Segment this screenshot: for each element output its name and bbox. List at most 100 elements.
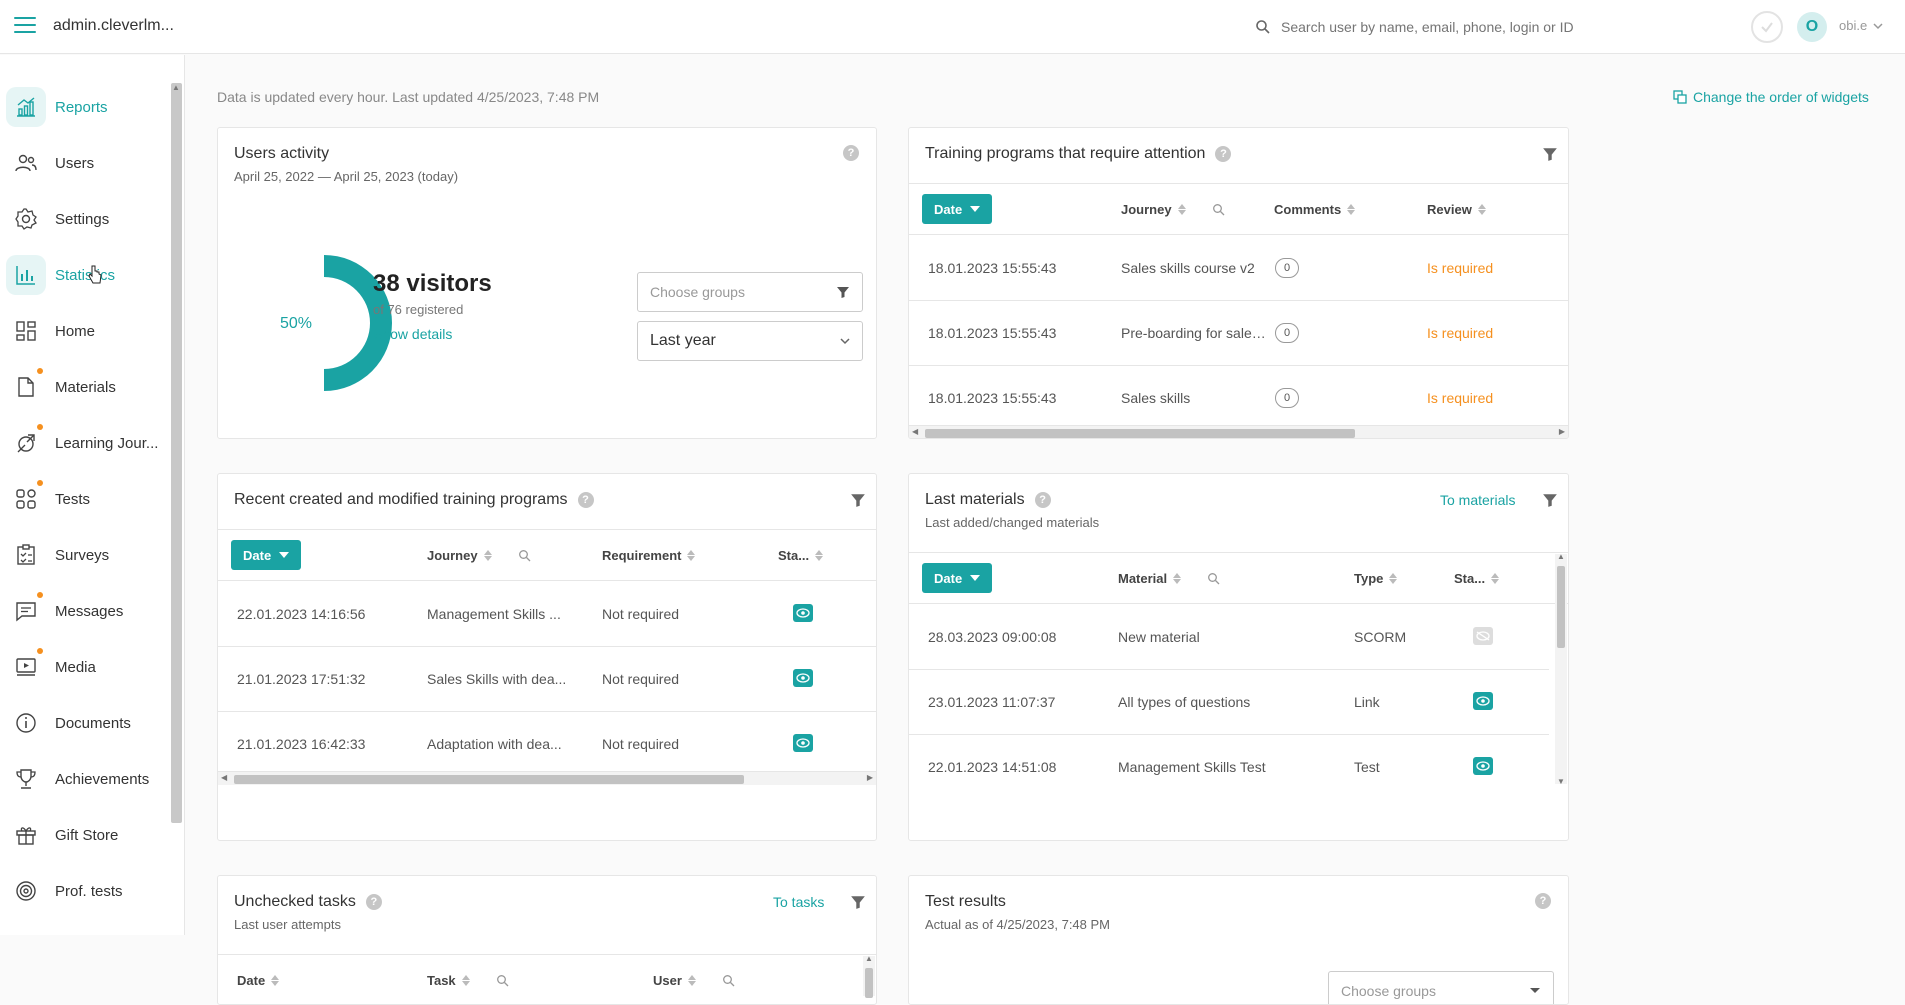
- search-input[interactable]: [1281, 19, 1601, 35]
- scroll-up-icon[interactable]: ▲: [1557, 552, 1565, 561]
- sort-icon: [1491, 573, 1500, 584]
- eye-icon[interactable]: [793, 604, 813, 622]
- to-materials-link[interactable]: To materials: [1440, 492, 1515, 508]
- period-select[interactable]: Last year: [637, 321, 863, 361]
- info-icon: [6, 703, 46, 743]
- choose-groups-select[interactable]: Choose groups: [1328, 971, 1554, 1004]
- sidebar-item-reports[interactable]: Reports: [0, 84, 170, 130]
- scroll-thumb[interactable]: [234, 775, 744, 784]
- column-comments[interactable]: Comments: [1274, 202, 1356, 217]
- to-tasks-link[interactable]: To tasks: [773, 894, 824, 910]
- scroll-down-icon[interactable]: ▼: [1557, 777, 1565, 786]
- user-menu[interactable]: obi.e: [1839, 18, 1883, 33]
- search-icon[interactable]: [1212, 203, 1225, 216]
- table-row[interactable]: 22.01.2023 14:16:56 Management Skills ..…: [218, 582, 876, 647]
- search-icon[interactable]: [722, 974, 735, 987]
- scroll-up-arrow-icon[interactable]: ▲: [172, 83, 180, 92]
- table-row[interactable]: 18.01.2023 15:55:43 Sales skills 0 Is re…: [909, 366, 1568, 431]
- column-status[interactable]: Sta...: [1454, 571, 1500, 586]
- sidebar-scrollbar[interactable]: [171, 83, 182, 823]
- filter-icon[interactable]: [850, 492, 866, 508]
- sidebar-item-home[interactable]: Home: [0, 308, 170, 354]
- date-sort-button[interactable]: Date: [231, 540, 302, 570]
- sidebar-item-statistics[interactable]: Statistics: [0, 252, 170, 298]
- help-icon[interactable]: ?: [843, 145, 859, 161]
- choose-groups-select[interactable]: Choose groups: [637, 272, 863, 312]
- table-row[interactable]: 18.01.2023 15:55:43 Sales skills course …: [909, 236, 1568, 301]
- eye-off-icon[interactable]: [1473, 627, 1493, 645]
- eye-icon[interactable]: [793, 734, 813, 752]
- sidebar-item-tests[interactable]: Tests: [0, 476, 170, 522]
- scroll-left-icon[interactable]: ◀: [912, 427, 918, 436]
- sidebar-item-achievements[interactable]: Achievements: [0, 756, 170, 802]
- column-requirement[interactable]: Requirement: [602, 548, 696, 563]
- chevron-down-icon: [1530, 988, 1540, 993]
- show-details-link[interactable]: Show details: [373, 326, 452, 342]
- table-row[interactable]: 21.01.2023 17:51:32 Sales Skills with de…: [218, 647, 876, 712]
- avatar[interactable]: O: [1797, 12, 1827, 42]
- help-icon[interactable]: ?: [365, 894, 382, 910]
- scroll-right-icon[interactable]: ▶: [1559, 427, 1565, 436]
- vertical-scrollbar[interactable]: ▲: [863, 954, 875, 998]
- sidebar-item-messages[interactable]: Messages: [0, 588, 170, 634]
- widget-title: Last materials?: [925, 491, 1051, 509]
- column-date[interactable]: Date: [237, 973, 280, 988]
- filter-icon[interactable]: [1542, 146, 1558, 162]
- change-widget-order-link[interactable]: Change the order of widgets: [1673, 89, 1869, 105]
- horizontal-scrollbar[interactable]: ◀ ▶: [909, 425, 1568, 438]
- eye-icon[interactable]: [793, 669, 813, 687]
- sidebar-item-documents[interactable]: Documents: [0, 700, 170, 746]
- change-order-label: Change the order of widgets: [1693, 89, 1869, 105]
- eye-icon[interactable]: [1473, 692, 1493, 710]
- search-icon[interactable]: [1207, 572, 1220, 585]
- app-title[interactable]: admin.cleverlm...: [53, 17, 174, 35]
- sidebar-item-learning-journeys[interactable]: Learning Jour...: [0, 420, 170, 466]
- row-journey: Sales skills course v2: [1121, 260, 1255, 276]
- menu-icon[interactable]: [14, 17, 36, 35]
- eye-icon[interactable]: [1473, 757, 1493, 775]
- sidebar-item-prof-tests[interactable]: Prof. tests: [0, 868, 170, 914]
- scroll-thumb[interactable]: [1557, 566, 1565, 648]
- table-row[interactable]: 23.01.2023 11:07:37 All types of questio…: [909, 670, 1549, 735]
- help-icon[interactable]: ?: [1034, 492, 1051, 508]
- column-journey[interactable]: Journey: [1121, 202, 1225, 217]
- column-status[interactable]: Sta...: [778, 548, 824, 563]
- column-task[interactable]: Task: [427, 973, 509, 988]
- filter-icon[interactable]: [850, 894, 866, 910]
- filter-icon[interactable]: [1542, 492, 1558, 508]
- scroll-right-icon[interactable]: ▶: [867, 773, 873, 782]
- tasks-check-button[interactable]: [1751, 11, 1783, 43]
- scroll-thumb[interactable]: [925, 429, 1355, 438]
- table-row[interactable]: 28.03.2023 09:00:08 New material SCORM: [909, 605, 1549, 670]
- sidebar-item-gift-store[interactable]: Gift Store: [0, 812, 170, 858]
- sidebar-item-settings[interactable]: Settings: [0, 196, 170, 242]
- comments-badge: 0: [1275, 388, 1299, 408]
- scroll-left-icon[interactable]: ◀: [221, 773, 227, 782]
- column-user[interactable]: User: [653, 973, 735, 988]
- column-material[interactable]: Material: [1118, 571, 1220, 586]
- search-icon[interactable]: [518, 549, 531, 562]
- sidebar-item-users[interactable]: Users: [0, 140, 170, 186]
- table-row[interactable]: 22.01.2023 14:51:08 Management Skills Te…: [909, 735, 1549, 800]
- vertical-scrollbar[interactable]: ▲ ▼: [1555, 552, 1567, 786]
- scroll-up-icon[interactable]: ▲: [865, 954, 873, 963]
- row-date: 22.01.2023 14:16:56: [237, 606, 366, 622]
- scroll-thumb[interactable]: [865, 968, 873, 998]
- table-row[interactable]: 18.01.2023 15:55:43 Pre-boarding for sal…: [909, 301, 1568, 366]
- column-type[interactable]: Type: [1354, 571, 1398, 586]
- column-review[interactable]: Review: [1427, 202, 1486, 217]
- sidebar-item-media[interactable]: Media: [0, 644, 170, 690]
- horizontal-scrollbar[interactable]: ◀ ▶: [218, 771, 876, 785]
- date-sort-button[interactable]: Date: [922, 194, 993, 224]
- widget-title-text: Recent created and modified training pro…: [234, 491, 568, 508]
- user-search[interactable]: [1255, 14, 1615, 40]
- column-journey[interactable]: Journey: [427, 548, 531, 563]
- search-icon[interactable]: [496, 974, 509, 987]
- help-icon[interactable]: ?: [1215, 146, 1232, 162]
- sidebar-item-surveys[interactable]: Surveys: [0, 532, 170, 578]
- date-sort-button[interactable]: Date: [922, 563, 993, 593]
- sidebar-item-materials[interactable]: Materials: [0, 364, 170, 410]
- table-row[interactable]: 21.01.2023 16:42:33 Adaptation with dea.…: [218, 712, 876, 777]
- help-icon[interactable]: ?: [577, 492, 594, 508]
- help-icon[interactable]: ?: [1535, 893, 1551, 909]
